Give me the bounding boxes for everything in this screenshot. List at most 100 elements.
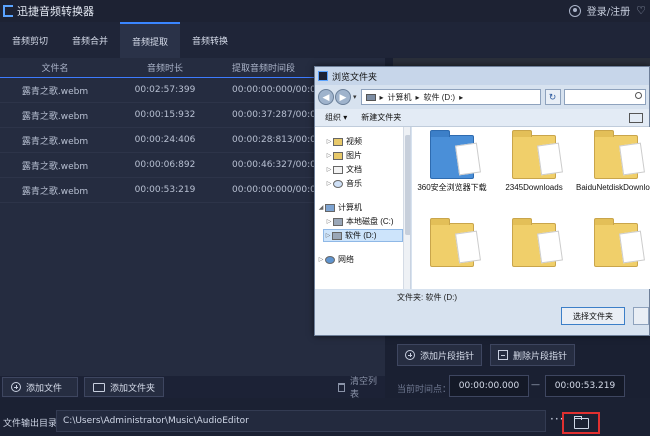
tab-audio-extract[interactable]: 音频提取 [120, 22, 180, 58]
column-header-duration: 音频时长 [146, 64, 183, 74]
login-link[interactable]: 登录/注册 [587, 3, 630, 18]
clear-list-label: 清空列表 [350, 377, 378, 400]
main-tabs: 音频剪切 音频合并 音频提取 音频转换 [0, 22, 650, 58]
nav-item-pictures[interactable]: ▷ 图片 [325, 149, 362, 162]
drive-icon [365, 93, 376, 101]
user-icon[interactable] [568, 4, 581, 17]
expand-icon[interactable]: ▷ [325, 138, 333, 145]
heart-icon[interactable]: ♡ [636, 4, 646, 17]
expand-icon[interactable]: ▷ [325, 180, 333, 187]
row-filename: 露青之歌.webm [21, 186, 89, 197]
nav-item-label: 网络 [338, 255, 354, 264]
folder-icon [594, 218, 645, 267]
nav-item-drive-d[interactable]: ▷ 软件 (D:) [323, 229, 403, 242]
folder-name-label: 文件夹: 软件 (D:) [397, 292, 457, 302]
remove-pointer-label: 删除片段指针 [513, 351, 568, 362]
folder-item[interactable] [494, 218, 574, 289]
folder-icon [573, 415, 589, 429]
pictures-folder-icon [333, 151, 343, 160]
back-icon[interactable]: ◀ [318, 89, 334, 105]
network-icon [325, 255, 335, 264]
add-file-button[interactable]: 添加文件 [2, 377, 78, 397]
end-time-field[interactable]: 00:00:53.219 [545, 375, 625, 397]
video-folder-icon [333, 137, 343, 146]
address-bar[interactable]: ▸ 计算机 ▸ 软件 (D:) ▸ [360, 89, 541, 105]
nav-item-music[interactable]: ▷ 音乐 [325, 177, 362, 190]
plus-icon [11, 382, 21, 392]
folder-icon [594, 130, 645, 179]
folder-label: 2345Downloads [505, 183, 563, 192]
collapse-icon[interactable]: ◢ [317, 204, 325, 211]
organize-menu[interactable]: 组织 ▾ [325, 112, 347, 123]
dialog-title-bar: 浏览文件夹 [315, 67, 649, 85]
breadcrumb-sep-icon: ▸ [415, 92, 420, 102]
expand-icon[interactable]: ▷ [324, 232, 332, 239]
expand-icon[interactable]: ▷ [325, 218, 333, 225]
start-time-field[interactable]: 00:00:00.000 [449, 375, 529, 397]
nav-item-video[interactable]: ▷ 视频 [325, 135, 362, 148]
nav-scrollbar[interactable] [403, 127, 410, 289]
nav-item-network[interactable]: ▷ 网络 [317, 253, 354, 266]
browse-folder-button[interactable] [562, 412, 600, 434]
row-duration: 00:00:06:892 [134, 160, 196, 170]
add-pointer-label: 添加片段指针 [420, 351, 475, 362]
breadcrumb-drive[interactable]: 软件 (D:) [424, 92, 456, 103]
row-duration: 00:00:53:219 [134, 185, 196, 195]
folder-item[interactable]: BaiduNetdiskDownload [576, 130, 650, 211]
time-separator: — [531, 380, 540, 390]
browse-folder-dialog: 浏览文件夹 ◀ ▶ ▾ ▸ 计算机 ▸ 软件 (D:) ▸ ↻ 组织 ▾ 新建文… [314, 66, 650, 336]
computer-icon [325, 203, 335, 212]
add-folder-button[interactable]: 添加文件夹 [84, 377, 164, 397]
tab-audio-cut[interactable]: 音频剪切 [0, 22, 60, 58]
output-bar: 文件输出目录： C:\Users\Administrator\Music\Aud… [0, 398, 650, 436]
forward-icon[interactable]: ▶ [335, 89, 351, 105]
search-icon [634, 92, 642, 99]
music-folder-icon [333, 179, 343, 188]
title-bar: 迅捷音频转换器 登录/注册 ♡ [0, 0, 650, 22]
nav-item-drive-c[interactable]: ▷ 本地磁盘 (C:) [325, 215, 394, 228]
folder-icon [512, 218, 563, 267]
drive-icon [332, 231, 342, 240]
nav-item-computer[interactable]: ◢ 计算机 [317, 201, 362, 214]
navigation-pane: ▷ 视频 ▷ 图片 ▷ 文档 ▷ 音乐 ◢ 计算机 ▷ 本地磁盘 (C:) ▷ … [315, 127, 411, 289]
expand-icon[interactable]: ▷ [317, 256, 325, 263]
folder-item[interactable] [576, 218, 650, 289]
folder-label: BaiduNetdiskDownload [576, 183, 650, 192]
view-options-icon[interactable] [629, 112, 643, 123]
search-input[interactable] [563, 89, 646, 105]
add-pointer-button[interactable]: 添加片段指针 [397, 344, 483, 366]
output-path-field[interactable]: C:\Users\Administrator\Music\AudioEditor [56, 410, 546, 432]
tab-audio-convert[interactable]: 音频转换 [180, 22, 240, 58]
drive-icon [333, 217, 343, 226]
refresh-icon[interactable]: ↻ [544, 89, 561, 105]
nav-item-label: 计算机 [338, 203, 362, 212]
select-folder-button[interactable]: 选择文件夹 [561, 307, 625, 325]
clear-list-button[interactable]: 清空列表 [330, 377, 388, 400]
folder-item[interactable] [412, 218, 492, 289]
expand-icon[interactable]: ▷ [325, 166, 333, 173]
tab-audio-merge[interactable]: 音频合并 [60, 22, 120, 58]
row-filename: 露青之歌.webm [21, 136, 89, 147]
trash-icon [338, 382, 345, 392]
remove-pointer-button[interactable]: 删除片段指针 [490, 344, 576, 366]
app-title: 迅捷音频转换器 [17, 5, 94, 18]
nav-scroll-thumb[interactable] [405, 135, 410, 235]
new-folder-button[interactable]: 新建文件夹 [361, 112, 401, 123]
dialog-title: 浏览文件夹 [332, 71, 378, 82]
documents-folder-icon [333, 165, 343, 174]
row-filename: 露青之歌.webm [21, 86, 89, 97]
row-filename: 露青之歌.webm [21, 161, 89, 172]
history-dropdown-icon[interactable]: ▾ [353, 93, 357, 101]
expand-icon[interactable]: ▷ [325, 152, 333, 159]
plus-icon [405, 350, 415, 360]
cancel-button[interactable] [633, 307, 649, 325]
app-logo-icon [3, 5, 13, 17]
nav-item-label: 视频 [346, 137, 362, 146]
address-row: ◀ ▶ ▾ ▸ 计算机 ▸ 软件 (D:) ▸ ↻ [315, 85, 649, 109]
breadcrumb-computer[interactable]: 计算机 [388, 92, 412, 103]
folder-item[interactable]: 2345Downloads [494, 130, 574, 211]
nav-item-documents[interactable]: ▷ 文档 [325, 163, 362, 176]
folder-item[interactable]: 360安全浏览器下载 [412, 130, 492, 211]
add-file-label: 添加文件 [26, 383, 63, 394]
row-duration: 00:02:57:399 [134, 85, 196, 95]
